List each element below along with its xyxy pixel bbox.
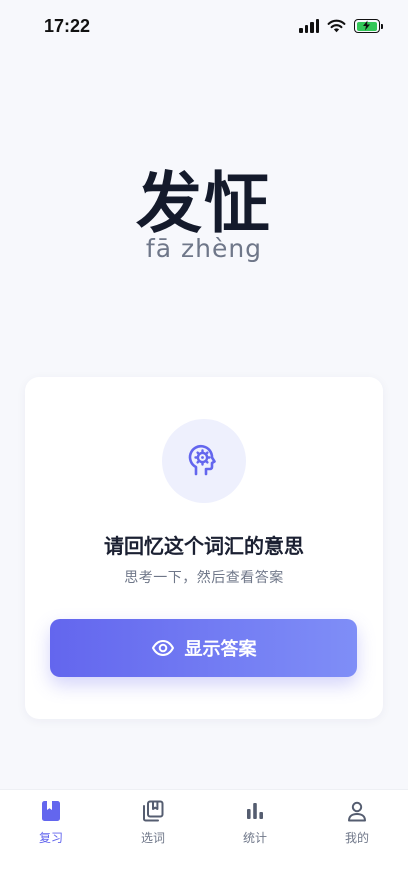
wifi-icon: [327, 19, 346, 33]
review-screen: 17:22 发怔 fā zhèng 请回忆这个词汇的意思 思考一下，然后查看答案…: [0, 0, 408, 883]
brain-icon-badge: [162, 419, 246, 503]
battery-charging-icon: [354, 19, 383, 33]
tab-review[interactable]: 复习: [0, 790, 102, 883]
vocabulary-pinyin: fā zhèng: [145, 234, 263, 263]
eye-icon: [151, 640, 174, 656]
tab-select-words-label: 选词: [140, 831, 165, 845]
book-icon: [39, 799, 63, 823]
status-icons: [299, 19, 383, 33]
recall-prompt-subtitle: 思考一下，然后查看答案: [124, 570, 284, 586]
bar-chart-icon: [243, 799, 267, 823]
tab-select-words[interactable]: 选词: [102, 790, 204, 883]
vocabulary-word: 发怔: [136, 165, 272, 242]
cards-stack-icon: [141, 799, 165, 823]
bottom-tab-bar: 复习 选词 统计 我的: [0, 789, 408, 883]
cellular-signal-icon: [299, 19, 319, 33]
status-bar: 17:22: [0, 0, 408, 54]
recall-card: 请回忆这个词汇的意思 思考一下，然后查看答案 显示答案: [25, 377, 383, 719]
show-answer-label: 显示答案: [184, 639, 257, 660]
recall-prompt-title: 请回忆这个词汇的意思: [104, 534, 304, 558]
tab-profile[interactable]: 我的: [306, 790, 408, 883]
tab-statistics-label: 统计: [242, 831, 267, 845]
status-time: 17:22: [44, 16, 91, 36]
user-icon: [345, 799, 369, 823]
tab-review-label: 复习: [38, 831, 63, 845]
show-answer-button[interactable]: 显示答案: [50, 619, 357, 677]
brain-gear-icon: [188, 444, 216, 476]
tab-profile-label: 我的: [344, 831, 369, 845]
tab-statistics[interactable]: 统计: [204, 790, 306, 883]
